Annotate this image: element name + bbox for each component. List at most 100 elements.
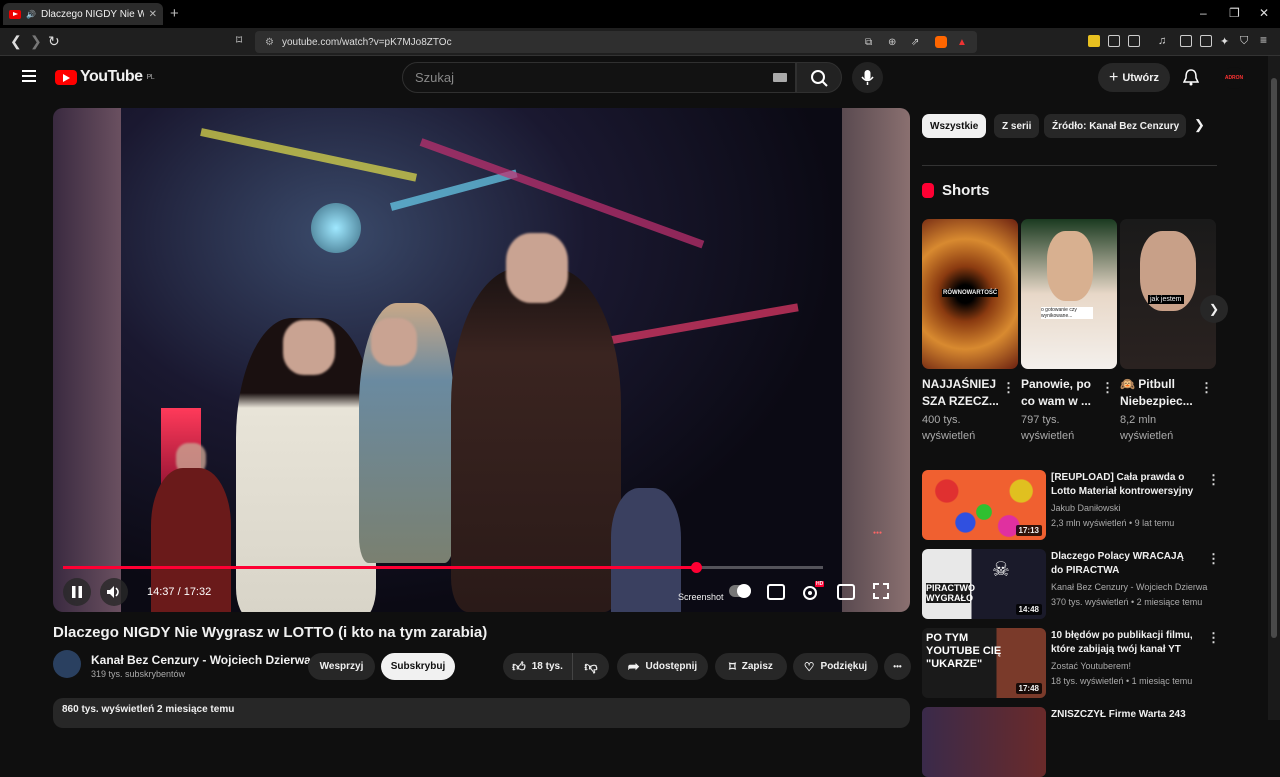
- short-thumbnail[interactable]: jak jestem: [1120, 219, 1216, 369]
- shorts-next-button[interactable]: ❯: [1200, 295, 1228, 323]
- channel-name[interactable]: Kanał Bez Cenzury - Wojciech Dzierwa: [91, 653, 311, 667]
- light-beam: [600, 303, 799, 346]
- short-thumbnail[interactable]: RÓWNOWARTOŚĆ: [922, 219, 1018, 369]
- bookmark-icon[interactable]: ⌑: [236, 33, 242, 47]
- mute-button[interactable]: [100, 578, 128, 606]
- player-blur-left: [53, 108, 121, 612]
- video-thumbnail[interactable]: 17:13: [922, 470, 1046, 540]
- video-meta: 370 tys. wyświetleń • 2 miesiące temu: [1051, 597, 1203, 607]
- light-beam: [419, 138, 705, 249]
- subscribe-button[interactable]: Subskrybuj: [381, 653, 455, 680]
- short-views: 8,2 mln wyświetleń: [1120, 414, 1174, 442]
- address-bar[interactable]: ⚙ youtube.com/watch?v=pK7MJo8ZTOc ⧉ ⊕ ⇗ …: [255, 31, 977, 53]
- channel-avatar[interactable]: [53, 650, 81, 678]
- search-button[interactable]: [796, 62, 842, 93]
- video-menu-icon[interactable]: ⋮: [1207, 630, 1220, 646]
- audio-playing-icon[interactable]: 🔊: [26, 10, 36, 19]
- sidebar-icon[interactable]: [1180, 35, 1192, 47]
- description-box[interactable]: 860 tys. wyświetleń 2 miesiące temu: [53, 698, 910, 728]
- dislike-button[interactable]: 👎︎: [572, 653, 609, 680]
- blurred-face: [506, 233, 568, 303]
- chips-next-icon[interactable]: ❯: [1194, 117, 1205, 133]
- save-button[interactable]: ⌑ Zapisz: [715, 653, 787, 680]
- short-overlay-text: o gotowanie czy wynikowane...: [1041, 307, 1093, 319]
- short-menu-icon[interactable]: ⋮: [1002, 380, 1015, 396]
- pause-icon: [72, 586, 82, 598]
- logo-text: YouTube: [80, 68, 143, 85]
- close-window-button[interactable]: ✕: [1259, 6, 1269, 20]
- fullscreen-icon[interactable]: [872, 582, 890, 600]
- maximize-button[interactable]: ❐: [1229, 6, 1240, 20]
- reload-icon[interactable]: ↻: [48, 33, 60, 50]
- avatar[interactable]: ADRON: [1222, 67, 1246, 89]
- short-title[interactable]: Panowie, po co wam w ...: [1021, 376, 1099, 410]
- join-button[interactable]: Wesprzyj: [308, 653, 375, 680]
- zoom-icon[interactable]: ⊕: [888, 37, 896, 48]
- notifications-bell-icon[interactable]: [1183, 68, 1199, 86]
- rewards-icon[interactable]: ▲: [957, 37, 967, 48]
- wallet-icon[interactable]: [1200, 35, 1212, 47]
- short-menu-icon[interactable]: ⋮: [1101, 380, 1114, 396]
- minimize-button[interactable]: –: [1200, 6, 1207, 20]
- youtube-logo[interactable]: YouTube PL: [55, 68, 155, 86]
- site-info-icon[interactable]: ⚙: [265, 37, 274, 48]
- video-thumbnail[interactable]: [922, 707, 1046, 777]
- menu-icon[interactable]: ≡: [1260, 33, 1267, 47]
- thumbnail-text: PO TYM YOUTUBE CIĘ "UKARZE": [926, 632, 1002, 670]
- voice-search-button[interactable]: [852, 62, 883, 93]
- video-channel[interactable]: Kanał Bez Cenzury - Wojciech Dzierwa: [1051, 580, 1207, 595]
- like-button[interactable]: 👍︎ 18 tys.: [503, 653, 572, 680]
- open-in-app-icon[interactable]: ⧉: [865, 37, 872, 48]
- short-thumbnail[interactable]: o gotowanie czy wynikowane...: [1021, 219, 1117, 369]
- progress-scrubber[interactable]: [690, 562, 702, 573]
- scrollbar-thumb[interactable]: [1271, 78, 1277, 638]
- chip-series[interactable]: Z serii: [994, 114, 1040, 138]
- chip-all[interactable]: Wszystkie: [922, 114, 987, 138]
- share-button[interactable]: ➦ Udostępnij: [617, 653, 708, 680]
- video-menu-icon[interactable]: ⋮: [1207, 472, 1220, 488]
- browser-tab[interactable]: 🔊 Dlaczego NIGDY Nie Wygrasz w LOTTO ✕: [3, 3, 163, 25]
- video-title-link[interactable]: Dlaczego Polacy WRACAJĄ do PIRACTWA: [1051, 550, 1196, 578]
- short-title[interactable]: 🙉 Pitbull Niebezpiec...: [1120, 376, 1198, 410]
- video-player[interactable]: ●●● 14:37 / 17:32 Screenshot HD: [53, 108, 910, 612]
- video-menu-icon[interactable]: ⋮: [1207, 551, 1220, 567]
- more-actions-button[interactable]: •••: [884, 653, 911, 680]
- video-progress-bar[interactable]: [63, 562, 823, 573]
- light-beam: [200, 128, 418, 182]
- sidebar-divider: [922, 165, 1217, 166]
- create-button[interactable]: + Utwórz: [1098, 63, 1170, 92]
- short-menu-icon[interactable]: ⋮: [1200, 380, 1213, 396]
- search-input[interactable]: Szukaj: [402, 62, 796, 93]
- video-channel[interactable]: Jakub Daniłowski: [1051, 501, 1121, 516]
- vpn-icon[interactable]: ⛉: [1240, 35, 1248, 48]
- new-tab-button[interactable]: +: [170, 5, 179, 22]
- close-tab-icon[interactable]: ✕: [149, 9, 157, 20]
- super-thanks-icon: ♡: [803, 659, 815, 674]
- video-title-link[interactable]: 10 błędów po publikacji filmu, które zab…: [1051, 629, 1196, 657]
- chip-source[interactable]: Źródło: Kanał Bez Cenzury: [1044, 114, 1186, 138]
- video-channel[interactable]: Zostać Youtuberem!: [1051, 659, 1131, 674]
- share-page-icon[interactable]: ⇗: [911, 37, 919, 48]
- puzzle-extension-icon[interactable]: [1108, 35, 1120, 47]
- region-code: PL: [146, 73, 155, 81]
- short-overlay-text: RÓWNOWARTOŚĆ: [942, 289, 999, 297]
- miniplayer-icon[interactable]: [837, 584, 855, 600]
- media-icon[interactable]: ♫: [1158, 35, 1166, 47]
- extension-icon[interactable]: [1088, 35, 1100, 47]
- video-thumbnail[interactable]: PO TYM YOUTUBE CIĘ "UKARZE" 17:48: [922, 628, 1046, 698]
- screenshot-extension-icon[interactable]: [1128, 35, 1140, 47]
- forward-icon[interactable]: ❯: [30, 33, 42, 50]
- leo-ai-icon[interactable]: ✦: [1220, 35, 1229, 48]
- pause-button[interactable]: [63, 578, 91, 606]
- autoplay-toggle[interactable]: [729, 584, 751, 598]
- back-icon[interactable]: ❮: [10, 33, 22, 50]
- guide-menu-icon[interactable]: [22, 70, 36, 72]
- subtitles-icon[interactable]: [767, 584, 785, 600]
- short-title[interactable]: NAJJAŚNIEJ SZA RZECZ...: [922, 376, 1000, 410]
- thanks-button[interactable]: ♡ Podziękuj: [793, 653, 878, 680]
- video-title-link[interactable]: [REUPLOAD] Cała prawda o Lotto Materiał …: [1051, 471, 1196, 499]
- keyboard-icon[interactable]: [773, 73, 787, 82]
- brave-shields-icon[interactable]: [935, 36, 947, 48]
- page-scrollbar[interactable]: [1268, 56, 1280, 720]
- video-thumbnail[interactable]: PIRACTWO WYGRAŁO ☠ 14:48: [922, 549, 1046, 619]
